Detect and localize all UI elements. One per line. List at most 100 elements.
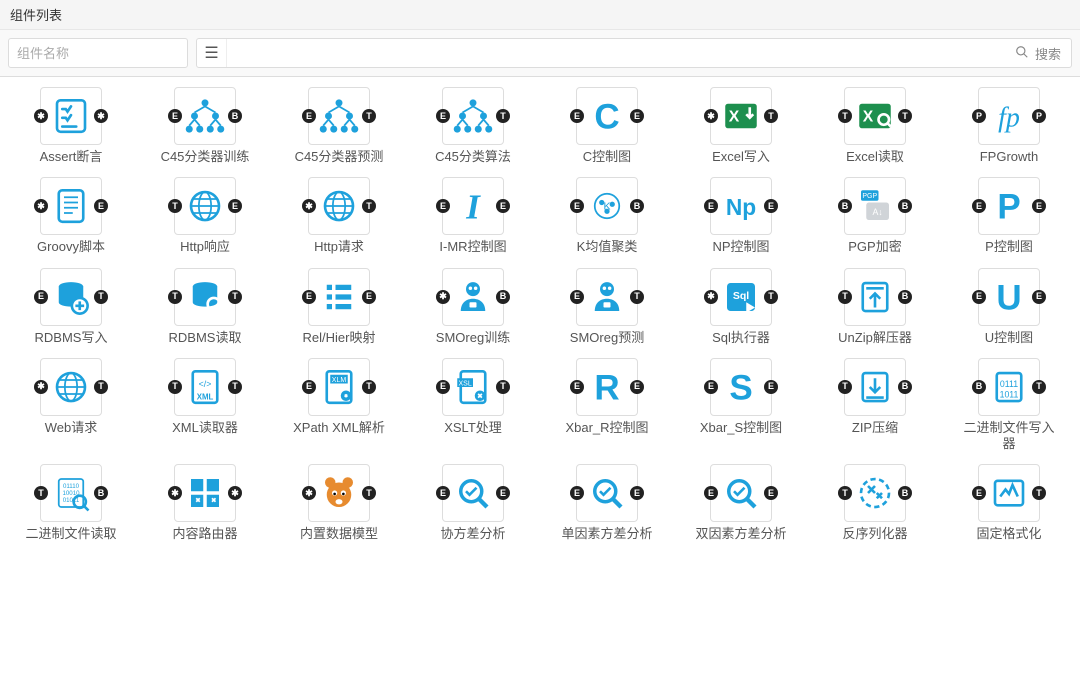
component-icon: B 01111011 T	[978, 358, 1040, 416]
component-item[interactable]: E T RDBMS写入	[6, 268, 136, 346]
component-item[interactable]: B 01111011 T 二进制文件写入器	[944, 358, 1074, 453]
component-icon: ✱ T	[40, 358, 102, 416]
component-item[interactable]: E XLM T XPath XML解析	[274, 358, 404, 453]
component-label: 内容路由器	[172, 526, 237, 542]
port-badge-left: E	[302, 109, 316, 123]
component-item[interactable]: E E 协方差分析	[408, 464, 538, 542]
component-item[interactable]: ✱ E Groovy脚本	[6, 177, 136, 255]
port-badge-right: E	[1032, 290, 1046, 304]
component-item[interactable]: T B ZIP压缩	[810, 358, 940, 453]
svg-text:XLM: XLM	[332, 377, 347, 384]
component-label: C控制图	[583, 149, 631, 165]
component-icon: E T	[978, 464, 1040, 522]
component-item[interactable]: ✱ T Web请求	[6, 358, 136, 453]
component-label: Xbar_R控制图	[565, 420, 648, 436]
component-item[interactable]: E T 固定格式化	[944, 464, 1074, 542]
component-item[interactable]: ✱ X T Excel写入	[676, 87, 806, 165]
component-item[interactable]: E R E Xbar_R控制图	[542, 358, 672, 453]
component-item[interactable]: T 011101001001011 B 二进制文件读取	[6, 464, 136, 542]
component-label: K均值聚类	[577, 239, 638, 255]
svg-text:A↓: A↓	[873, 207, 883, 217]
component-icon: E C E	[576, 87, 638, 145]
component-label: NP控制图	[712, 239, 769, 255]
component-icon: E T	[308, 87, 370, 145]
component-icon: ✱ E	[40, 177, 102, 235]
component-item[interactable]: P fp P FPGrowth	[944, 87, 1074, 165]
component-item[interactable]: B PGPA↓ B PGP加密	[810, 177, 940, 255]
port-badge-left: ✱	[302, 486, 316, 500]
svg-text:R: R	[594, 368, 619, 407]
component-icon: E XSL T	[442, 358, 504, 416]
port-badge-right: E	[764, 199, 778, 213]
port-badge-right: B	[94, 486, 108, 500]
port-badge-left: E	[704, 486, 718, 500]
component-item[interactable]: E P E P控制图	[944, 177, 1074, 255]
port-badge-right: T	[764, 109, 778, 123]
port-badge-right: E	[362, 290, 376, 304]
component-item[interactable]: ✱ ✱ Assert断言	[6, 87, 136, 165]
component-grid: ✱ ✱ Assert断言 E B C45分类器训练 E T C45分类器预测 E…	[0, 77, 1080, 553]
component-item[interactable]: E Np E NP控制图	[676, 177, 806, 255]
port-badge-right: B	[898, 380, 912, 394]
component-item[interactable]: ✱ ✱ 内容路由器	[140, 464, 270, 542]
port-badge-right: E	[630, 380, 644, 394]
component-item[interactable]: E B C45分类器训练	[140, 87, 270, 165]
filter-button[interactable]: ☰	[197, 39, 227, 67]
component-icon: E XLM T	[308, 358, 370, 416]
component-label: Groovy脚本	[37, 239, 105, 255]
port-badge-left: E	[972, 290, 986, 304]
component-item[interactable]: T X T Excel读取	[810, 87, 940, 165]
component-item[interactable]: E E 单因素方差分析	[542, 464, 672, 542]
component-label: Http响应	[180, 239, 230, 255]
component-name-input[interactable]	[8, 38, 188, 68]
component-item[interactable]: T E Http响应	[140, 177, 270, 255]
component-item[interactable]: T </>XML T XML读取器	[140, 358, 270, 453]
component-item[interactable]: E C E C控制图	[542, 87, 672, 165]
component-item[interactable]: E U E U控制图	[944, 268, 1074, 346]
component-icon: T 011101001001011 B	[40, 464, 102, 522]
port-badge-right: E	[630, 109, 644, 123]
svg-text:01011: 01011	[63, 497, 80, 504]
component-item[interactable]: T T RDBMS读取	[140, 268, 270, 346]
component-item[interactable]: ✱ T 内置数据模型	[274, 464, 404, 542]
port-badge-right: B	[228, 109, 242, 123]
component-label: SMOreg训练	[436, 330, 510, 346]
svg-text:</>: </>	[199, 379, 212, 389]
component-label: U控制图	[985, 330, 1033, 346]
port-badge-left: E	[570, 290, 584, 304]
component-label: Http请求	[314, 239, 364, 255]
svg-text:0111: 0111	[1000, 379, 1018, 389]
port-badge-left: ✱	[704, 290, 718, 304]
port-badge-left: E	[34, 290, 48, 304]
component-icon: E E	[710, 464, 772, 522]
component-item[interactable]: E E Rel/Hier映射	[274, 268, 404, 346]
component-icon: ✱ Sql T	[710, 268, 772, 326]
component-item[interactable]: E K B K均值聚类	[542, 177, 672, 255]
component-item[interactable]: E E 双因素方差分析	[676, 464, 806, 542]
component-item[interactable]: E S E Xbar_S控制图	[676, 358, 806, 453]
component-item[interactable]: E T C45分类算法	[408, 87, 538, 165]
component-item[interactable]: ✱ Sql T Sql执行器	[676, 268, 806, 346]
port-badge-left: ✱	[34, 199, 48, 213]
port-badge-left: T	[838, 290, 852, 304]
component-item[interactable]: T B UnZip解压器	[810, 268, 940, 346]
component-label: 协方差分析	[440, 526, 505, 542]
component-item[interactable]: T B 反序列化器	[810, 464, 940, 542]
component-label: ZIP压缩	[852, 420, 898, 436]
port-badge-right: T	[1032, 486, 1046, 500]
component-icon: ✱ T	[308, 177, 370, 235]
component-icon: T X T	[844, 87, 906, 145]
component-item[interactable]: ✱ T Http请求	[274, 177, 404, 255]
port-badge-right: B	[898, 486, 912, 500]
component-item[interactable]: E XSL T XSLT处理	[408, 358, 538, 453]
component-item[interactable]: E I E I-MR控制图	[408, 177, 538, 255]
component-item[interactable]: E T C45分类器预测	[274, 87, 404, 165]
port-badge-right: ✱	[94, 109, 108, 123]
port-badge-right: E	[630, 486, 644, 500]
port-badge-left: B	[838, 199, 852, 213]
component-item[interactable]: ✱ B SMOreg训练	[408, 268, 538, 346]
component-label: Assert断言	[40, 149, 103, 165]
search-button[interactable]: 搜索	[1005, 44, 1071, 63]
component-item[interactable]: E T SMOreg预测	[542, 268, 672, 346]
component-label: 二进制文件写入器	[959, 420, 1059, 453]
